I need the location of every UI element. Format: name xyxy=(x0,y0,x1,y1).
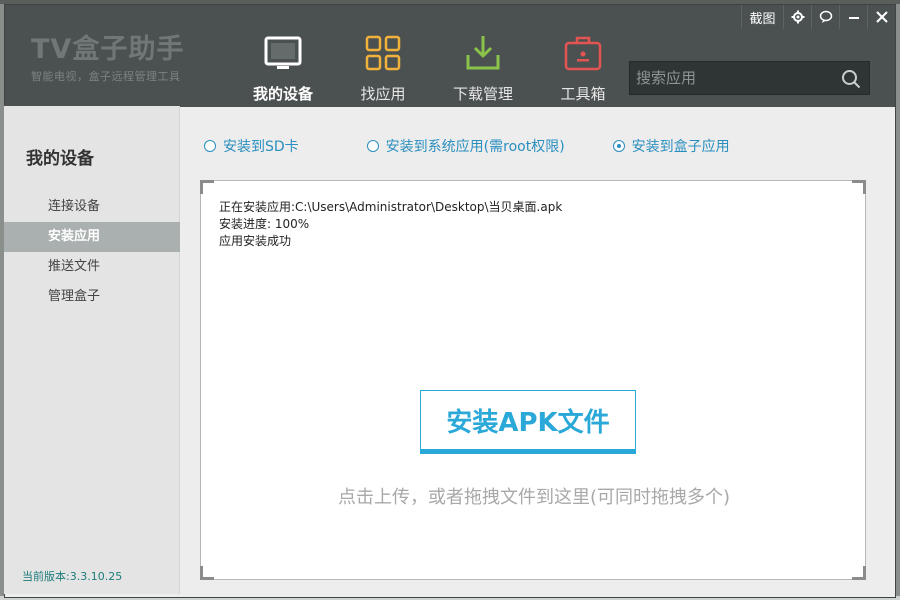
nav-label: 找应用 xyxy=(360,85,406,103)
option-install-system[interactable]: 安装到系统应用(需root权限) xyxy=(366,136,565,156)
close-icon[interactable] xyxy=(867,5,895,29)
header-bar: TV盒子助手 智能电视，盒子远程管理工具 我的设备 找应用 下载管理 工具箱 搜… xyxy=(5,5,895,107)
screenshot-button[interactable]: 截图 xyxy=(741,5,783,29)
nav-find-apps[interactable]: 找应用 xyxy=(333,33,433,104)
search-input[interactable] xyxy=(630,62,830,94)
option-label: 安装到系统应用(需root权限) xyxy=(385,139,565,155)
sidebar-menu: 连接设备 安装应用 推送文件 管理盒子 xyxy=(4,192,180,312)
option-label: 安装到SD卡 xyxy=(223,139,299,155)
radio-button-checked[interactable] xyxy=(612,140,625,152)
drop-zone-panel[interactable]: 正在安装应用:C:\Users\Administrator\Desktop\当贝… xyxy=(200,180,866,580)
search-icon[interactable] xyxy=(841,69,861,89)
sidebar-item-push-file[interactable]: 推送文件 xyxy=(4,252,180,282)
nav-label: 下载管理 xyxy=(452,85,513,103)
chat-icon[interactable] xyxy=(811,5,839,29)
radio-button[interactable] xyxy=(366,140,379,152)
option-install-sd[interactable]: 安装到SD卡 xyxy=(204,136,299,156)
version-label: 当前版本:3.3.10.25 xyxy=(22,570,123,583)
log-line-result: 应用安装成功 xyxy=(219,234,292,248)
toolbox-icon xyxy=(564,36,602,71)
minimize-icon[interactable] xyxy=(839,5,867,29)
corner-mark xyxy=(200,180,214,194)
radio-button[interactable] xyxy=(204,140,216,152)
sidebar-item-connect-device[interactable]: 连接设备 xyxy=(4,192,180,222)
window-controls: 截图 xyxy=(741,5,895,29)
grid-icon xyxy=(365,35,401,71)
top-nav: 我的设备 找应用 下载管理 工具箱 xyxy=(233,33,633,104)
logo-subtitle: 智能电视，盒子远程管理工具 xyxy=(31,70,181,83)
sidebar-item-install-app[interactable]: 安装应用 xyxy=(4,222,180,252)
option-label: 安装到盒子应用 xyxy=(631,139,730,155)
search-box xyxy=(629,61,870,95)
sidebar-item-manage-box[interactable]: 管理盒子 xyxy=(4,282,180,312)
nav-label: 我的设备 xyxy=(252,85,313,103)
corner-mark xyxy=(852,566,866,580)
corner-mark xyxy=(200,566,214,580)
logo-title: TV盒子助手 xyxy=(31,34,185,65)
download-icon xyxy=(466,36,500,70)
nav-toolbox[interactable]: 工具箱 xyxy=(533,33,633,104)
log-line-path: 正在安装应用:C:\Users\Administrator\Desktop\当贝… xyxy=(219,200,563,214)
gear-icon[interactable] xyxy=(783,5,811,29)
nav-download-manager[interactable]: 下载管理 xyxy=(433,33,533,104)
upload-hint: 点击上传，或者拖拽文件到这里(可同时拖拽多个) xyxy=(337,487,731,508)
corner-mark xyxy=(852,180,866,194)
nav-my-devices[interactable]: 我的设备 xyxy=(233,33,333,104)
sidebar: 我的设备 连接设备 安装应用 推送文件 管理盒子 当前版本:3.3.10.25 xyxy=(4,106,180,594)
option-install-box[interactable]: 安装到盒子应用 xyxy=(612,136,730,156)
sidebar-title: 我的设备 xyxy=(26,149,94,169)
nav-label: 工具箱 xyxy=(560,85,606,103)
install-target-options: 安装到SD卡 安装到系统应用(需root权限) 安装到盒子应用 xyxy=(204,136,798,156)
app-logo: TV盒子助手 智能电视，盒子远程管理工具 xyxy=(31,27,184,84)
tv-icon xyxy=(264,36,302,69)
install-apk-button[interactable]: 安装APK文件 xyxy=(420,390,636,454)
install-log: 正在安装应用:C:\Users\Administrator\Desktop\当贝… xyxy=(219,199,562,250)
log-line-progress: 安装进度: 100% xyxy=(219,217,310,231)
